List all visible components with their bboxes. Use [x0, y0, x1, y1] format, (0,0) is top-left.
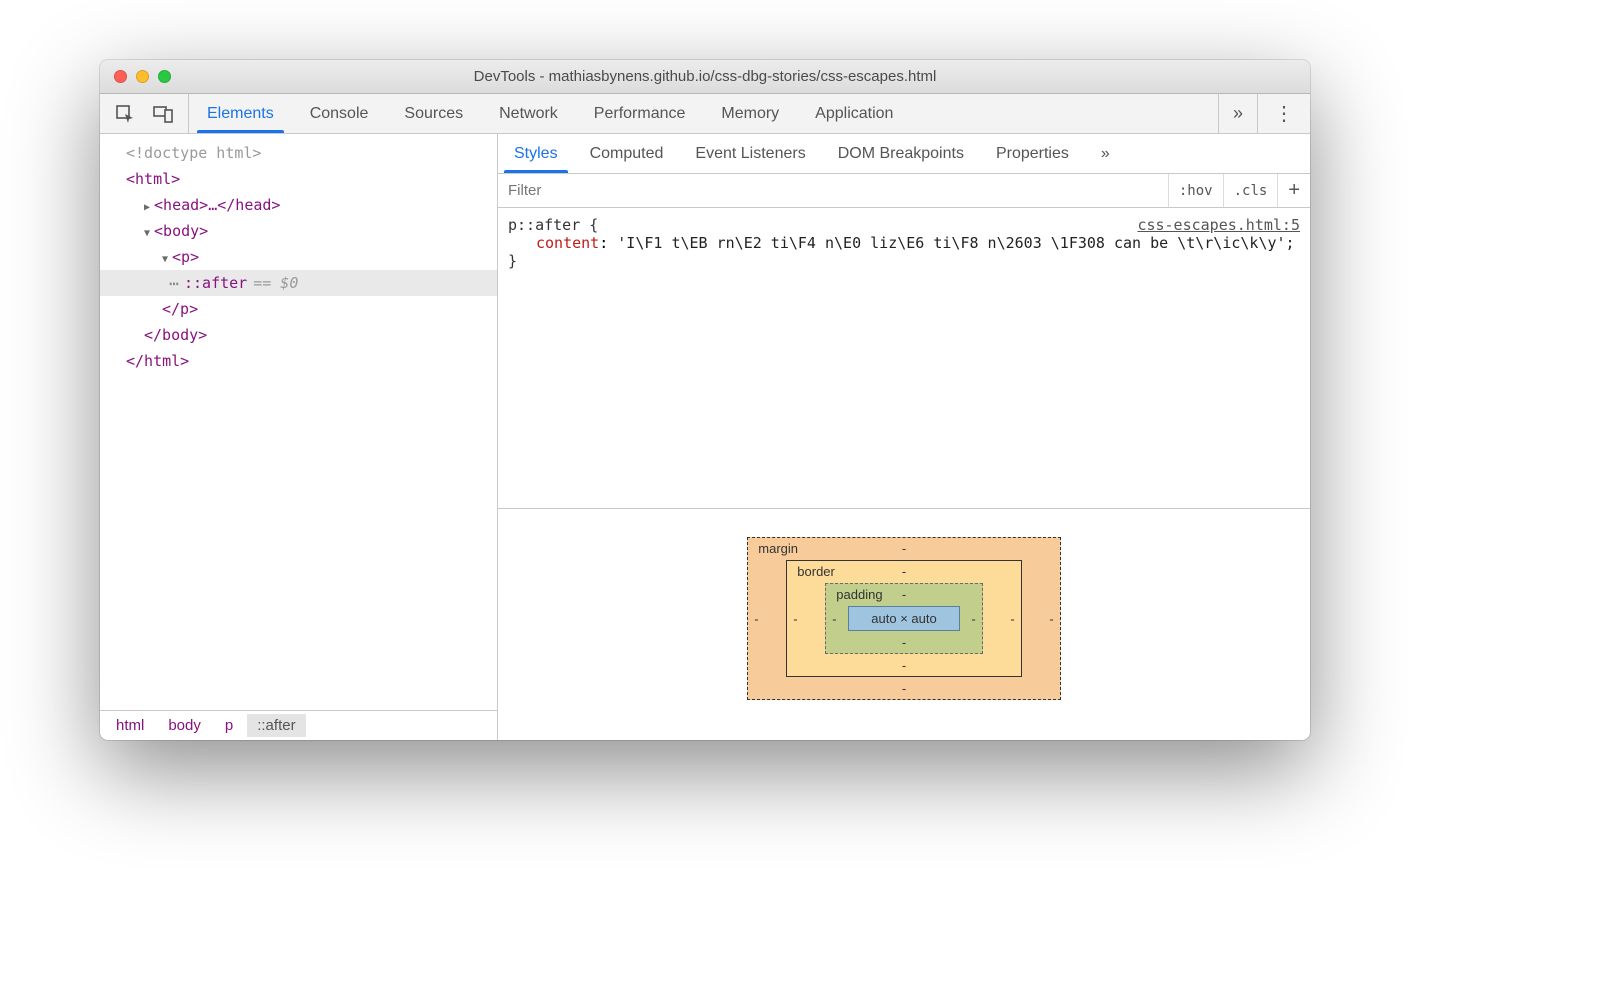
settings-kebab-icon[interactable]: ⋮: [1257, 94, 1310, 133]
toolbar-icons: [100, 94, 189, 133]
dom-html-open[interactable]: <html>: [100, 166, 497, 192]
inspect-element-icon[interactable]: [114, 103, 136, 125]
main-tabs: Elements Console Sources Network Perform…: [189, 94, 1218, 133]
subtab-computed[interactable]: Computed: [574, 134, 680, 173]
dom-doctype[interactable]: <!doctype html>: [100, 140, 497, 166]
rule-property[interactable]: content: 'I\F1 t\EB rn\E2 ti\F4 n\E0 liz…: [508, 234, 1300, 252]
crumb-after[interactable]: ::after: [247, 714, 305, 737]
styles-rules[interactable]: p::after { css-escapes.html:5 content: '…: [498, 208, 1310, 509]
tab-memory[interactable]: Memory: [703, 94, 797, 133]
box-model-border[interactable]: border - - - - padding - - - - auto × au…: [786, 560, 1021, 677]
box-model-content[interactable]: auto × auto: [848, 606, 959, 631]
tab-application[interactable]: Application: [797, 94, 911, 133]
subtab-styles[interactable]: Styles: [498, 134, 574, 173]
dom-after-pseudo[interactable]: ⋯::after== $0: [100, 270, 497, 296]
main-toolbar: Elements Console Sources Network Perform…: [100, 94, 1310, 134]
rule-close-brace: }: [508, 252, 1300, 270]
dom-head[interactable]: <head>…</head>: [100, 192, 497, 218]
box-model-margin[interactable]: margin - - - - border - - - - padding -: [747, 537, 1060, 700]
styles-filter-input[interactable]: [498, 174, 1168, 207]
box-model-padding[interactable]: padding - - - - auto × auto: [825, 583, 982, 654]
styles-panel: Styles Computed Event Listeners DOM Brea…: [498, 134, 1310, 740]
rule-source-link[interactable]: css-escapes.html:5: [1137, 216, 1300, 234]
tab-elements[interactable]: Elements: [189, 94, 292, 133]
minimize-window-icon[interactable]: [136, 70, 149, 83]
box-model[interactable]: margin - - - - border - - - - padding -: [498, 509, 1310, 740]
breadcrumb: html body p ::after: [100, 710, 497, 740]
dom-body-close[interactable]: </body>: [100, 322, 497, 348]
styles-filter-bar: :hov .cls +: [498, 174, 1310, 208]
dom-tree[interactable]: <!doctype html> <html> <head>…</head> <b…: [100, 134, 497, 710]
zoom-window-icon[interactable]: [158, 70, 171, 83]
subtab-properties[interactable]: Properties: [980, 134, 1085, 173]
device-toolbar-icon[interactable]: [152, 103, 174, 125]
elements-panel: <!doctype html> <html> <head>…</head> <b…: [100, 134, 498, 740]
devtools-window: DevTools - mathiasbynens.github.io/css-d…: [100, 60, 1310, 740]
rule-selector[interactable]: p::after {: [508, 216, 598, 234]
panels-body: <!doctype html> <html> <head>…</head> <b…: [100, 134, 1310, 740]
styles-sub-tabs: Styles Computed Event Listeners DOM Brea…: [498, 134, 1310, 174]
crumb-p[interactable]: p: [215, 714, 243, 737]
tab-console[interactable]: Console: [292, 94, 387, 133]
dom-p-open[interactable]: <p>: [100, 244, 497, 270]
new-style-rule-button[interactable]: +: [1277, 174, 1310, 207]
cls-toggle[interactable]: .cls: [1223, 174, 1278, 207]
tab-sources[interactable]: Sources: [386, 94, 481, 133]
subtab-event-listeners[interactable]: Event Listeners: [679, 134, 821, 173]
tab-performance[interactable]: Performance: [576, 94, 704, 133]
hov-toggle[interactable]: :hov: [1168, 174, 1223, 207]
dom-p-close[interactable]: </p>: [100, 296, 497, 322]
window-title: DevTools - mathiasbynens.github.io/css-d…: [100, 68, 1310, 85]
tab-network[interactable]: Network: [481, 94, 576, 133]
main-tabs-overflow-icon[interactable]: »: [1218, 94, 1257, 133]
subtab-dom-breakpoints[interactable]: DOM Breakpoints: [822, 134, 980, 173]
close-window-icon[interactable]: [114, 70, 127, 83]
subtab-overflow-icon[interactable]: »: [1085, 134, 1126, 173]
crumb-html[interactable]: html: [106, 714, 154, 737]
dom-html-close[interactable]: </html>: [100, 348, 497, 374]
dom-body-open[interactable]: <body>: [100, 218, 497, 244]
crumb-body[interactable]: body: [158, 714, 211, 737]
titlebar: DevTools - mathiasbynens.github.io/css-d…: [100, 60, 1310, 94]
traffic-lights: [100, 70, 171, 83]
